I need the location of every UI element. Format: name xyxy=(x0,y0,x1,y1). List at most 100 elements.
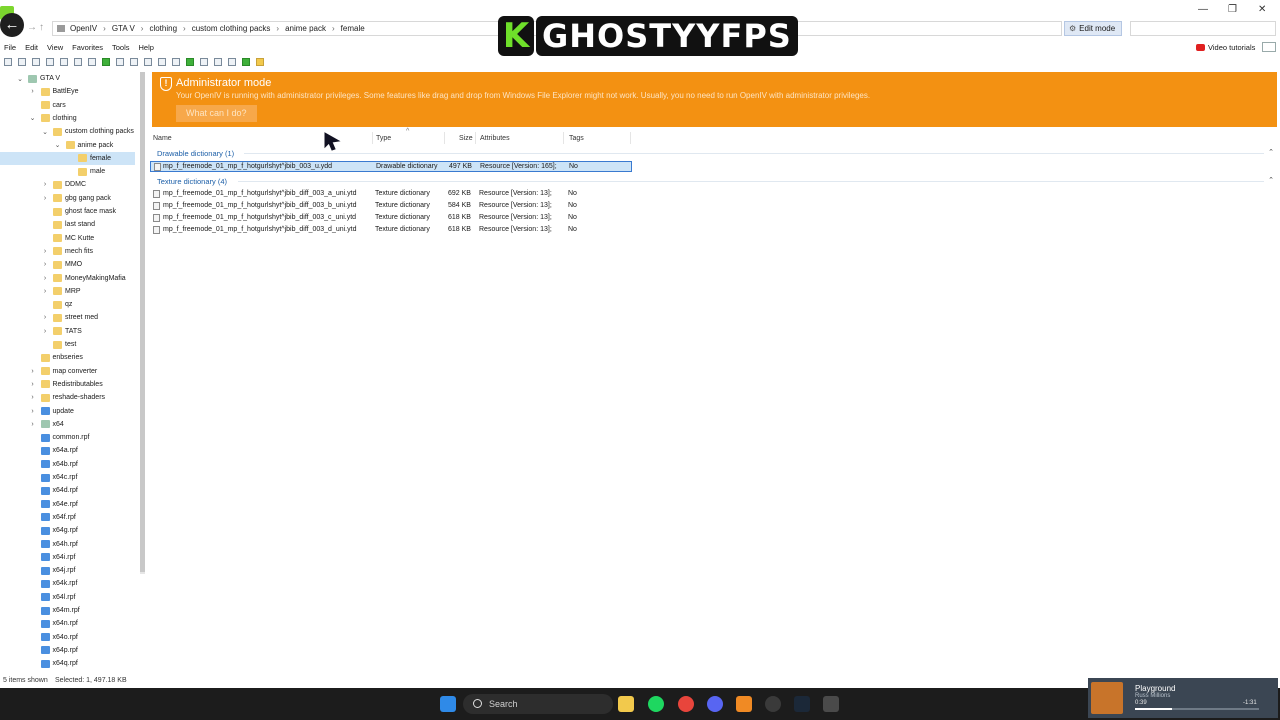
breadcrumb-item[interactable]: anime pack xyxy=(285,24,326,33)
minimize-button[interactable]: — xyxy=(1198,4,1208,15)
media-player-widget[interactable]: Playground Russ Millions 0:39 -1:31 xyxy=(1088,678,1278,718)
import-icon[interactable] xyxy=(186,57,194,66)
tree-node[interactable]: › BattlEye xyxy=(31,85,79,98)
chevron-right-icon[interactable]: › xyxy=(29,88,37,95)
column-divider[interactable] xyxy=(630,132,631,144)
column-attributes[interactable]: Attributes xyxy=(480,135,510,142)
tree-node[interactable]: x64h.rpf xyxy=(40,538,78,551)
tree-node[interactable]: › x64 xyxy=(31,418,64,431)
chevron-down-icon[interactable]: ⌄ xyxy=(29,114,37,122)
column-divider[interactable] xyxy=(563,132,564,144)
tree-node[interactable]: › reshade-shaders xyxy=(31,391,105,404)
copy-icon[interactable] xyxy=(144,57,152,66)
up-arrow-icon[interactable]: ↑ xyxy=(39,22,44,33)
tree-node[interactable]: x64g.rpf xyxy=(40,524,78,537)
chevron-right-icon[interactable]: › xyxy=(41,181,49,188)
column-divider[interactable] xyxy=(475,132,476,144)
what-can-i-do-button[interactable]: What can I do? xyxy=(176,105,257,122)
chevron-right-icon[interactable]: › xyxy=(29,408,37,415)
back-arrow-icon[interactable]: ← xyxy=(0,13,24,37)
new-icon[interactable] xyxy=(4,57,12,66)
breadcrumb-item[interactable]: OpenIV xyxy=(70,24,97,33)
tree-node[interactable]: common.rpf xyxy=(40,431,89,444)
panel-toggle-icon[interactable] xyxy=(1262,42,1276,52)
chevron-right-icon[interactable]: › xyxy=(41,275,49,282)
properties-icon[interactable] xyxy=(228,57,236,66)
chevron-down-icon[interactable]: ⌄ xyxy=(54,141,62,149)
save-icon[interactable] xyxy=(214,57,222,66)
obs-icon[interactable] xyxy=(765,696,781,712)
tree-node[interactable]: x64j.rpf xyxy=(40,564,75,577)
tree-node[interactable]: x64p.rpf xyxy=(40,644,78,657)
tree-node[interactable]: x64c.rpf xyxy=(40,471,77,484)
column-divider[interactable] xyxy=(372,132,373,144)
chevron-right-icon[interactable]: › xyxy=(29,394,37,401)
tree-node[interactable]: › TATS xyxy=(44,325,82,338)
tree-node[interactable]: x64f.rpf xyxy=(40,511,76,524)
tree-node[interactable]: ⌄ GTA V xyxy=(17,72,60,85)
chevron-right-icon[interactable]: › xyxy=(29,381,37,388)
forward-arrow-icon[interactable]: → xyxy=(27,22,37,33)
tree-node[interactable]: › mech fits xyxy=(44,245,93,258)
tree-node[interactable]: x64o.rpf xyxy=(40,631,78,644)
tree-node[interactable]: last stand xyxy=(53,218,95,231)
chevron-right-icon[interactable]: › xyxy=(41,328,49,335)
tree-node[interactable]: x64k.rpf xyxy=(40,577,77,590)
menu-file[interactable]: File xyxy=(4,43,16,53)
tree-node[interactable]: x64e.rpf xyxy=(40,498,78,511)
windows-start-icon[interactable] xyxy=(440,696,456,712)
tree-node[interactable]: x64m.rpf xyxy=(40,604,80,617)
replace-icon[interactable] xyxy=(200,57,208,66)
table-row[interactable]: mp_f_freemode_01_mp_f_hotgurlshyt^jbib_0… xyxy=(150,161,632,172)
column-tags[interactable]: Tags xyxy=(569,135,584,142)
edit-mode-button[interactable]: ⚙ Edit mode xyxy=(1064,21,1122,36)
chevron-down-icon[interactable]: ⌄ xyxy=(16,75,24,83)
tree-node[interactable]: male xyxy=(78,165,105,178)
export-icon[interactable] xyxy=(130,57,138,66)
tree-node[interactable]: MC Kutte xyxy=(53,232,94,245)
rename-icon[interactable] xyxy=(172,57,180,66)
file-explorer-icon[interactable] xyxy=(618,696,634,712)
tree-node[interactable]: › update xyxy=(31,405,74,418)
search-input[interactable] xyxy=(1130,21,1276,36)
tree-node[interactable]: female xyxy=(0,151,135,165)
check-icon[interactable] xyxy=(74,57,82,66)
tree-node[interactable]: test xyxy=(53,338,76,351)
spotify-icon[interactable] xyxy=(648,696,664,712)
tree-node[interactable]: › DDMC xyxy=(44,178,86,191)
tree-node[interactable]: x64i.rpf xyxy=(40,551,75,564)
breadcrumb-item[interactable]: female xyxy=(341,24,365,33)
taskbar-search[interactable]: Search xyxy=(463,694,613,714)
video-tutorials-link[interactable]: Video tutorials xyxy=(1196,43,1255,52)
view-toggle-icons[interactable] xyxy=(1220,57,1252,66)
collapse-chevron-icon[interactable]: ⌃ xyxy=(1268,148,1274,156)
add-icon[interactable] xyxy=(242,57,250,66)
open-icon[interactable] xyxy=(32,57,40,66)
tree-node[interactable]: x64l.rpf xyxy=(40,591,75,604)
search-icon[interactable] xyxy=(60,57,68,66)
chevron-right-icon[interactable]: › xyxy=(41,314,49,321)
refresh-icon[interactable] xyxy=(88,57,96,66)
openiv-taskbar-icon[interactable] xyxy=(823,696,839,712)
chrome-icon[interactable] xyxy=(678,696,694,712)
menu-tools[interactable]: Tools xyxy=(112,43,130,53)
column-name[interactable]: Name xyxy=(153,135,172,142)
discord-icon[interactable] xyxy=(707,696,723,712)
menu-view[interactable]: View xyxy=(47,43,63,53)
tree-node[interactable]: ⌄ custom clothing packs xyxy=(42,125,134,138)
tree-node[interactable]: enbseries xyxy=(40,351,83,364)
tree-node[interactable]: › Redistributables xyxy=(31,378,103,391)
table-row[interactable]: mp_f_freemode_01_mp_f_hotgurlshyt^jbib_d… xyxy=(150,189,632,200)
tree-node[interactable]: ghost face mask xyxy=(53,205,116,218)
tree-node[interactable]: › street med xyxy=(44,311,98,324)
menu-edit[interactable]: Edit xyxy=(25,43,38,53)
new-dropdown-icon[interactable] xyxy=(18,57,26,66)
tree-node[interactable]: › MoneyMakingMafia xyxy=(44,272,126,285)
app-icon[interactable] xyxy=(736,696,752,712)
chevron-down-icon[interactable]: ⌄ xyxy=(41,128,49,136)
new-folder-icon[interactable] xyxy=(256,57,264,66)
tree-node[interactable]: cars xyxy=(40,99,66,112)
media-progress-bar[interactable] xyxy=(1135,708,1259,710)
paste-icon[interactable] xyxy=(158,57,166,66)
breadcrumb-item[interactable]: GTA V xyxy=(112,24,135,33)
